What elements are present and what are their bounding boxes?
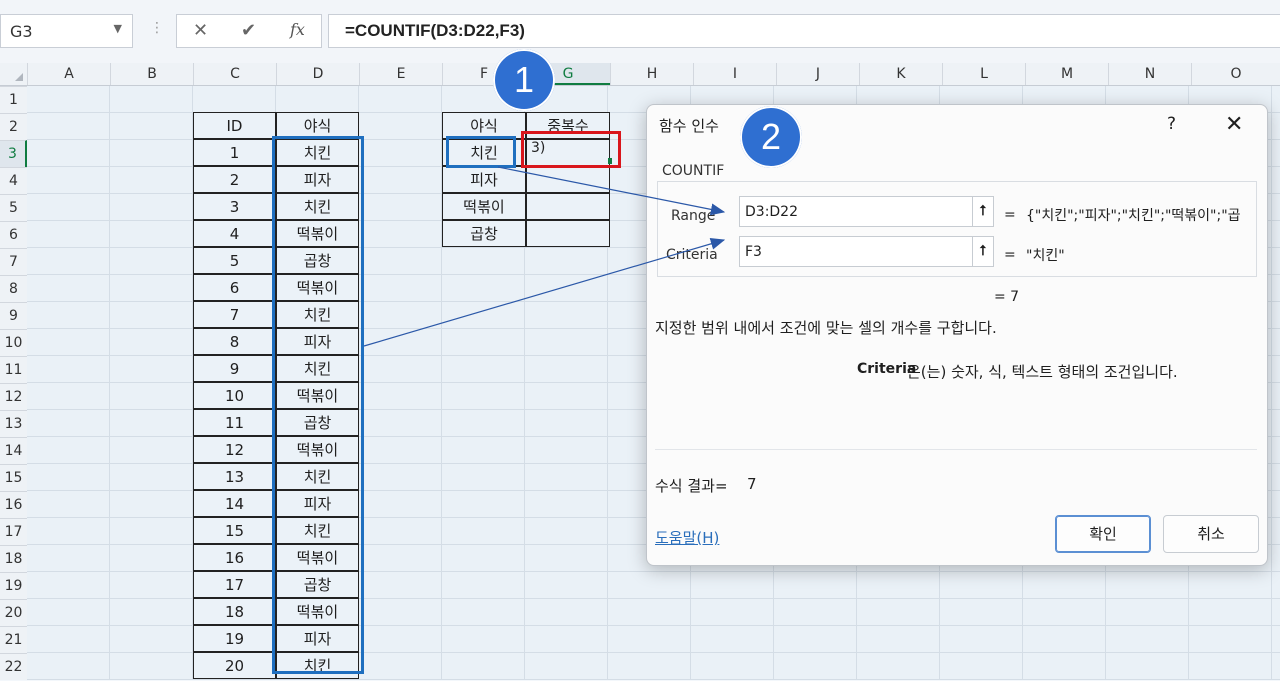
annotation-arrows <box>0 0 1280 680</box>
arrow-range-to-criteria <box>364 240 724 346</box>
arrow-criteria-to-range <box>498 167 724 212</box>
